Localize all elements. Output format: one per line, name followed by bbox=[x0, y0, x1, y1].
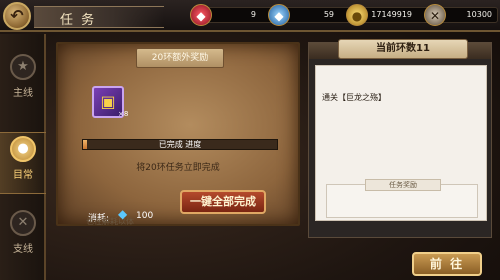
star-icon: ★ bbox=[10, 54, 36, 80]
objective-text: 通关【巨龙之殇】 bbox=[322, 93, 386, 102]
sidebar-item-label: 支线 bbox=[13, 244, 33, 255]
gold-value: 17149919 bbox=[371, 10, 412, 19]
sidebar-item-daily[interactable]: ● 目常 bbox=[4, 136, 42, 192]
swords-icon: ✕ bbox=[10, 210, 36, 236]
current-round-panel: 当前环数11 通关【巨龙之殇】 任务奖励 bbox=[308, 39, 492, 238]
diamond-value: 59 bbox=[323, 10, 334, 19]
sidebar-item-main[interactable]: ★ 主线 bbox=[4, 54, 42, 110]
task-reward-box: 任务奖励 bbox=[326, 179, 478, 218]
title-plate bbox=[34, 6, 164, 28]
hint-text: 也在解耗以体 bbox=[86, 217, 134, 226]
person-icon: ● bbox=[10, 136, 36, 162]
sidebar-item-label: 主线 bbox=[13, 88, 33, 99]
top-bar: ↶ 任 务 ◆ 9 ◆ 59 ● 17149919 ✕ 10300 bbox=[0, 0, 500, 32]
task-reward-title: 任务奖励 bbox=[365, 179, 441, 191]
back-arrow-icon: ↶ bbox=[10, 6, 24, 25]
sidebar-item-side[interactable]: ✕ 支线 bbox=[4, 210, 42, 266]
page-title: 任 务 bbox=[60, 13, 97, 28]
cost-value: 100 bbox=[136, 211, 154, 221]
panel-banner: 20环额外奖励 bbox=[136, 48, 224, 68]
progress-bar: 已完成 进度 bbox=[82, 139, 278, 150]
finish-all-button[interactable]: 一键全部完成 bbox=[180, 190, 266, 214]
reward-item-count: ×8 bbox=[118, 110, 129, 118]
round-title: 当前环数11 bbox=[338, 39, 468, 59]
ruby-value: 9 bbox=[250, 10, 256, 19]
goto-button[interactable]: 前 往 bbox=[412, 252, 482, 276]
back-button[interactable]: ↶ bbox=[3, 2, 31, 30]
stamina-value: 10300 bbox=[466, 10, 492, 19]
instant-complete-text: 将20环任务立即完成 bbox=[136, 163, 220, 173]
progress-label: 已完成 进度 bbox=[158, 140, 202, 149]
sidebar: ★ 主线 ● 目常 ✕ 支线 bbox=[0, 34, 46, 280]
round-detail: 通关【巨龙之殇】 任务奖励 bbox=[315, 65, 487, 221]
sidebar-item-label: 目常 bbox=[13, 170, 33, 181]
